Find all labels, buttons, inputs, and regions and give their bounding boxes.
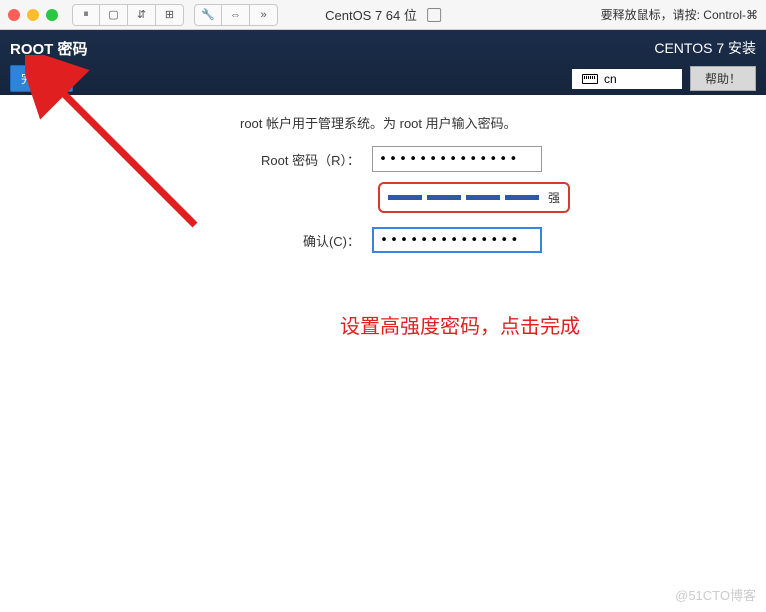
password-input[interactable] [372, 146, 542, 172]
installer-header: ROOT 密码 完成(D) CENTOS 7 安装 cn 帮助！ [0, 30, 766, 95]
tb-wrench-icon[interactable]: 🔧 [194, 4, 222, 26]
page-title: ROOT 密码 [10, 38, 88, 59]
maximize-icon[interactable] [46, 9, 58, 21]
minimize-icon[interactable] [27, 9, 39, 21]
close-icon[interactable] [8, 9, 20, 21]
strength-seg-3 [466, 195, 500, 200]
release-hint: 要释放鼠标，请按: Control-⌘ [601, 6, 758, 23]
tb-layout-icon[interactable]: ⊞ [156, 4, 184, 26]
help-button[interactable]: 帮助！ [690, 66, 756, 91]
annotation-text: 设置高强度密码，点击完成 [340, 310, 580, 339]
vm-name: CentOS 7 64 位 [325, 5, 417, 24]
password-label: Root 密码（R）： [200, 150, 360, 169]
keyboard-layout: cn [604, 72, 617, 86]
installer-title: CENTOS 7 安装 [572, 38, 756, 58]
description-text: root 帐户用于管理系统。为 root 用户输入密码。 [240, 113, 726, 132]
tb-resize-icon[interactable]: ⇔ [222, 4, 250, 26]
tb-more-icon[interactable]: » [250, 4, 278, 26]
window-controls [8, 9, 58, 21]
strength-seg-1 [388, 195, 422, 200]
watermark: @51CTO博客 [675, 585, 756, 604]
tb-pause-icon[interactable]: ⏸ [72, 4, 100, 26]
strength-seg-2 [427, 195, 461, 200]
tb-snapshot-icon[interactable]: ▢ [100, 4, 128, 26]
confirm-label: 确认(C)： [200, 231, 360, 250]
titlebar: ⏸ ▢ ⇵ ⊞ 🔧 ⇔ » CentOS 7 64 位 要释放鼠标，请按: Co… [0, 0, 766, 30]
done-button[interactable]: 完成(D) [10, 65, 73, 92]
keyboard-indicator[interactable]: cn [572, 69, 682, 89]
keyboard-icon [582, 74, 598, 84]
vm-title: CentOS 7 64 位 [325, 5, 441, 24]
strength-indicator: 强 [378, 182, 570, 213]
confirm-input[interactable] [372, 227, 542, 253]
doc-icon[interactable] [427, 8, 441, 22]
content-area: root 帐户用于管理系统。为 root 用户输入密码。 Root 密码（R）：… [0, 95, 766, 281]
strength-label: 强 [548, 189, 560, 206]
strength-seg-4 [505, 195, 539, 200]
tb-network-icon[interactable]: ⇵ [128, 4, 156, 26]
